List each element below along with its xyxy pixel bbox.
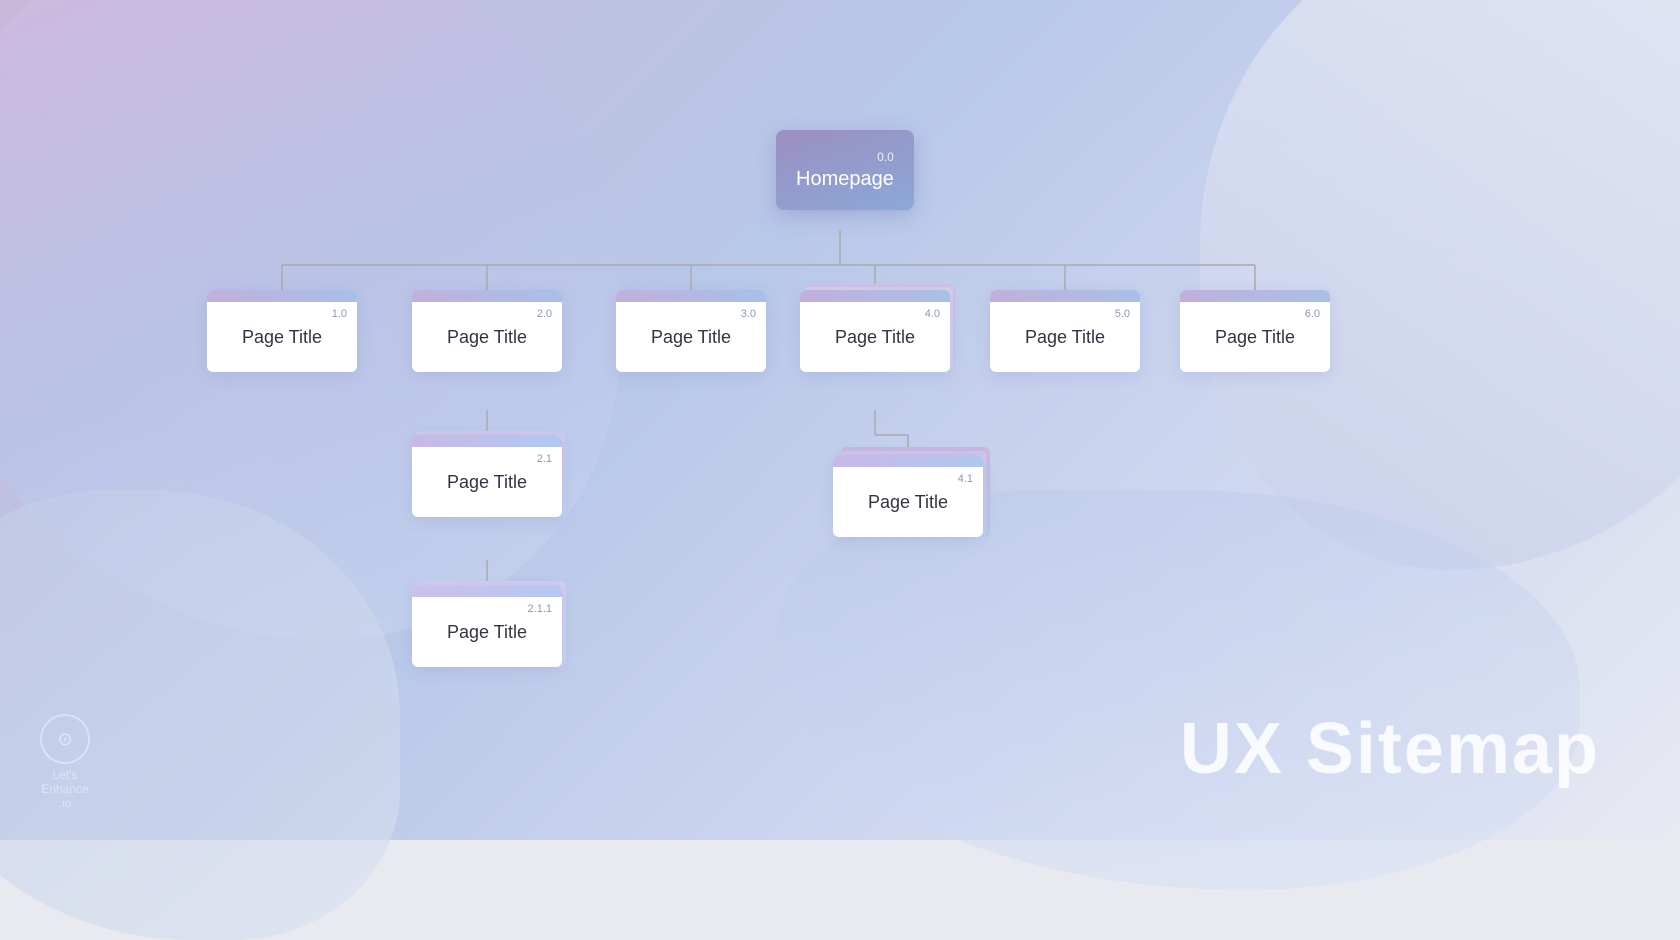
homepage-card[interactable]: 0.0 Homepage [776,130,914,210]
node3-card[interactable]: 3.0 Page Title [616,290,766,372]
node6-label: Page Title [1215,327,1295,348]
node41-label: Page Title [868,492,948,513]
node21-number: 2.1 [537,453,552,465]
node-21[interactable]: 2.1 Page Title [412,435,562,517]
node1-number: 1.0 [332,308,347,320]
node4-card[interactable]: 4.0 Page Title [800,290,950,372]
logo: ⊙ Let'sEnhance.io [40,714,90,810]
node5-header [990,290,1140,302]
content: UX Sitemap ⊙ Let'sEnhance.io 0. [0,0,1680,840]
node-211[interactable]: 2.1.1 Page Title [412,585,562,667]
node211-header [412,585,562,597]
homepage-number: 0.0 [877,150,894,164]
node4-label: Page Title [835,327,915,348]
node6-body: 6.0 Page Title [1180,302,1330,372]
page-title: UX Sitemap [1180,708,1600,790]
node-1[interactable]: 1.0 Page Title [207,290,357,372]
node1-header [207,290,357,302]
node211-label: Page Title [447,622,527,643]
node2-number: 2.0 [537,308,552,320]
node2-body: 2.0 Page Title [412,302,562,372]
node2-label: Page Title [447,327,527,348]
node5-label: Page Title [1025,327,1105,348]
node21-card[interactable]: 2.1 Page Title [412,435,562,517]
node-2[interactable]: 2.0 Page Title [412,290,562,372]
logo-text: Let'sEnhance.io [40,768,90,810]
node4-number: 4.0 [925,308,940,320]
node5-body: 5.0 Page Title [990,302,1140,372]
node211-card[interactable]: 2.1.1 Page Title [412,585,562,667]
node-5[interactable]: 5.0 Page Title [990,290,1140,372]
node2-header [412,290,562,302]
node6-number: 6.0 [1305,308,1320,320]
node4-header [800,290,950,302]
homepage-label: Homepage [796,168,894,191]
node1-body: 1.0 Page Title [207,302,357,372]
node4-body: 4.0 Page Title [800,302,950,372]
node3-label: Page Title [651,327,731,348]
node6-card[interactable]: 6.0 Page Title [1180,290,1330,372]
node6-header [1180,290,1330,302]
node41-card[interactable]: 4.1 Page Title [833,455,983,537]
node41-number: 4.1 [958,473,973,485]
node3-number: 3.0 [741,308,756,320]
node41-header [833,455,983,467]
node3-header [616,290,766,302]
node3-body: 3.0 Page Title [616,302,766,372]
node1-card[interactable]: 1.0 Page Title [207,290,357,372]
node1-label: Page Title [242,327,322,348]
node-4[interactable]: 4.0 Page Title [800,290,950,372]
node21-body: 2.1 Page Title [412,447,562,517]
homepage-node[interactable]: 0.0 Homepage [776,130,914,210]
node5-number: 5.0 [1115,308,1130,320]
node21-header [412,435,562,447]
node211-body: 2.1.1 Page Title [412,597,562,667]
node5-card[interactable]: 5.0 Page Title [990,290,1140,372]
node21-label: Page Title [447,472,527,493]
node211-number: 2.1.1 [528,603,552,615]
node-41[interactable]: 4.1 Page Title [833,455,983,537]
node-3[interactable]: 3.0 Page Title [616,290,766,372]
node41-body: 4.1 Page Title [833,467,983,537]
node-6[interactable]: 6.0 Page Title [1180,290,1330,372]
node2-card[interactable]: 2.0 Page Title [412,290,562,372]
